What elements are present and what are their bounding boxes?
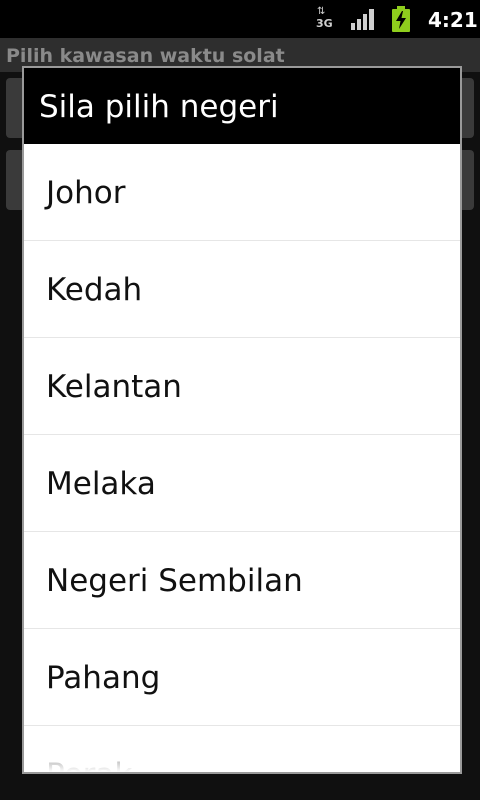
network-type-label: 3G [316, 17, 333, 30]
battery-charging-icon [392, 6, 410, 32]
list-item-perak[interactable]: Perak [24, 726, 460, 772]
list-item-label: Kedah [46, 272, 143, 308]
clock: 4:21 [428, 8, 478, 32]
data-activity-icon: ⇅ [317, 6, 325, 17]
list-item-label: Johor [46, 175, 126, 211]
dialog-title: Sila pilih negeri [39, 89, 279, 125]
list-item-kedah[interactable]: Kedah [24, 241, 460, 338]
signal-strength-icon [351, 9, 374, 30]
list-item-label: Kelantan [46, 369, 182, 405]
status-bar: ⇅ 3G 4:21 [0, 0, 480, 38]
list-item-kelantan[interactable]: Kelantan [24, 338, 460, 435]
list-item-johor[interactable]: Johor [24, 144, 460, 241]
list-item-melaka[interactable]: Melaka [24, 435, 460, 532]
dialog-header: Sila pilih negeri [24, 68, 460, 144]
state-list: Johor Kedah Kelantan Melaka Negeri Sembi… [24, 144, 460, 772]
list-item-label: Negeri Sembilan [46, 563, 303, 599]
list-item-pahang[interactable]: Pahang [24, 629, 460, 726]
state-picker-dialog: Sila pilih negeri Johor Kedah Kelantan M… [22, 66, 462, 774]
list-item-negeri-sembilan[interactable]: Negeri Sembilan [24, 532, 460, 629]
list-item-label: Melaka [46, 466, 156, 502]
list-item-label: Pahang [46, 660, 161, 696]
network-3g-icon: ⇅ 3G [313, 7, 337, 31]
list-item-label: Perak [46, 757, 132, 772]
